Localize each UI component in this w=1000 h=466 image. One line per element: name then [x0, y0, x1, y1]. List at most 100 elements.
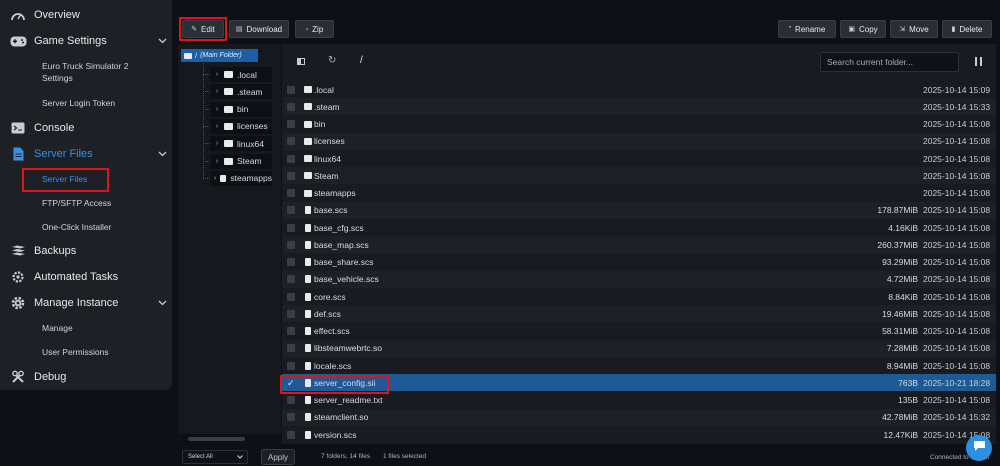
tree-folder-node[interactable]: › .steam: [210, 84, 272, 100]
tree-folder-node[interactable]: › Steam: [210, 153, 272, 169]
file-row[interactable]: .steam 2025-10-14 15:33: [282, 98, 996, 116]
row-checkbox[interactable]: [287, 258, 295, 266]
file-icon: [305, 361, 311, 370]
pause-icon[interactable]: [975, 57, 982, 66]
file-date: 2025-10-14 15:08: [923, 239, 991, 250]
file-row[interactable]: base.scs 178.87MiB 2025-10-14 15:08: [282, 201, 996, 219]
tree-guide: [203, 143, 210, 145]
file-row[interactable]: licenses 2025-10-14 15:08: [282, 132, 996, 150]
tree-folder-label: .steam: [237, 86, 263, 97]
file-name: base_share.scs: [314, 257, 374, 267]
file-row[interactable]: server_readme.txt 135B 2025-10-14 15:08: [282, 392, 996, 409]
file-row[interactable]: base_map.scs 260.37MiB 2025-10-14 15:08: [282, 236, 996, 254]
row-checkbox[interactable]: [287, 275, 295, 284]
row-checkbox[interactable]: [287, 223, 295, 232]
tree-folder-node[interactable]: › .local: [210, 67, 272, 82]
tree-root-node[interactable]: / (Main Folder): [181, 49, 258, 62]
tree-folder-node[interactable]: › bin: [210, 101, 272, 117]
row-checkbox[interactable]: [287, 327, 295, 335]
nav-server-files-header[interactable]: Server Files: [0, 142, 172, 166]
nav-console[interactable]: Console: [0, 116, 172, 140]
nav-one-click-installer[interactable]: One-Click Installer: [42, 221, 111, 233]
file-row[interactable]: base_share.scs 93.29MiB 2025-10-14 15:08: [282, 254, 996, 271]
row-checkbox[interactable]: [287, 413, 295, 422]
nav-debug[interactable]: Debug: [0, 365, 172, 389]
chevron-right-icon[interactable]: ›: [210, 88, 224, 95]
file-row[interactable]: .local 2025-10-14 15:09: [282, 81, 996, 98]
file-row[interactable]: Steam 2025-10-14 15:08: [282, 167, 996, 185]
nav-manage[interactable]: Manage: [42, 322, 73, 334]
chevron-right-icon[interactable]: ›: [210, 175, 220, 182]
row-checkbox[interactable]: [287, 154, 295, 163]
copy-button[interactable]: ▣ Copy: [840, 20, 886, 38]
nav-manage-instance-label: Manage Instance: [34, 297, 119, 309]
row-checkbox[interactable]: [287, 309, 295, 318]
file-row[interactable]: locale.scs 8.94MiB 2025-10-14 15:08: [282, 357, 996, 374]
move-button[interactable]: ⇲ Move: [890, 20, 938, 38]
file-name: server_readme.txt: [314, 395, 383, 405]
file-row[interactable]: ✓ server_config.sii 763B 2025-10-21 18:28: [282, 374, 996, 392]
file-row[interactable]: core.scs 8.84KiB 2025-10-14 15:08: [282, 288, 996, 305]
chevron-down-icon[interactable]: [152, 293, 172, 313]
row-checkbox[interactable]: [287, 189, 295, 197]
row-checkbox[interactable]: [287, 240, 295, 249]
tree-folder-node[interactable]: › linux64: [210, 136, 272, 152]
bulk-action-select[interactable]: Select All: [182, 450, 248, 464]
file-row[interactable]: linux64 2025-10-14 15:08: [282, 150, 996, 167]
row-checkbox[interactable]: [287, 102, 295, 111]
search-input[interactable]: Search current folder...: [820, 52, 959, 72]
zip-button[interactable]: ▫ Zip: [295, 20, 334, 38]
chevron-right-icon[interactable]: ›: [210, 158, 224, 165]
nav-backups[interactable]: Backups: [0, 239, 172, 263]
tree-scrollbar-thumb[interactable]: [188, 437, 245, 441]
file-name: effect.scs: [314, 326, 350, 336]
file-size: 7.28MiB: [886, 343, 918, 354]
tree-folder-node[interactable]: › steamapps: [210, 170, 272, 186]
nav-ftp-access[interactable]: FTP/SFTP Access: [42, 197, 111, 209]
chevron-down-icon[interactable]: [152, 144, 172, 164]
nav-manage-instance[interactable]: Manage Instance: [0, 291, 172, 315]
file-row[interactable]: effect.scs 58.31MiB 2025-10-14 15:08: [282, 323, 996, 340]
download-button[interactable]: ▤ Download: [229, 20, 289, 38]
apply-button[interactable]: Apply: [261, 449, 295, 465]
row-checkbox[interactable]: [287, 137, 295, 146]
file-row[interactable]: def.scs 19.46MiB 2025-10-14 15:08: [282, 305, 996, 323]
file-row[interactable]: base_cfg.scs 4.16KiB 2025-10-14 15:08: [282, 219, 996, 236]
file-row[interactable]: steamapps 2025-10-14 15:08: [282, 185, 996, 202]
row-checkbox[interactable]: [287, 361, 295, 370]
refresh-icon[interactable]: ↻: [328, 55, 336, 66]
chevron-right-icon[interactable]: ›: [210, 106, 224, 113]
row-checkbox[interactable]: [287, 171, 295, 180]
row-checkbox[interactable]: [287, 430, 295, 439]
delete-button[interactable]: ▮ Delete: [942, 20, 992, 38]
tree-folder-node[interactable]: › licenses: [210, 118, 272, 134]
nav-game-settings[interactable]: Game Settings: [0, 29, 172, 53]
file-row[interactable]: bin 2025-10-14 15:08: [282, 116, 996, 133]
file-row[interactable]: version.scs 12.47KiB 2025-10-14 15:08: [282, 426, 996, 443]
chevron-right-icon[interactable]: ›: [210, 71, 224, 78]
row-checkbox[interactable]: [287, 396, 295, 404]
nav-overview[interactable]: Overview: [0, 3, 172, 27]
chevron-right-icon[interactable]: ›: [210, 140, 224, 147]
nav-overview-label: Overview: [34, 9, 80, 21]
row-checkbox[interactable]: [287, 120, 295, 128]
nav-user-permissions[interactable]: User Permissions: [42, 346, 109, 358]
tree-scrollbar[interactable]: [182, 436, 278, 442]
row-checkbox[interactable]: [287, 292, 295, 301]
tree-guide: [203, 91, 210, 93]
rename-button[interactable]: ” Rename: [778, 20, 836, 38]
row-checkbox[interactable]: [287, 206, 295, 215]
file-row[interactable]: base_vehicle.scs 4.72MiB 2025-10-14 15:08: [282, 270, 996, 288]
file-row[interactable]: libsteamwebrtc.so 7.28MiB 2025-10-14 15:08: [282, 339, 996, 357]
row-checkbox[interactable]: [287, 85, 295, 94]
columns-icon[interactable]: [297, 58, 305, 65]
chevron-down-icon[interactable]: [152, 31, 172, 51]
file-row[interactable]: steamclient.so 42.78MiB 2025-10-14 15:32: [282, 408, 996, 426]
chevron-right-icon[interactable]: ›: [210, 123, 224, 130]
nav-automated-tasks[interactable]: Automated Tasks: [0, 265, 172, 289]
nav-server-login-token[interactable]: Server Login Token: [42, 97, 115, 109]
row-checkbox[interactable]: [287, 344, 295, 353]
chat-button[interactable]: [966, 435, 992, 461]
nav-ets2-settings[interactable]: Euro Truck Simulator 2 Settings: [42, 60, 128, 84]
move-icon: ⇲: [899, 26, 906, 33]
